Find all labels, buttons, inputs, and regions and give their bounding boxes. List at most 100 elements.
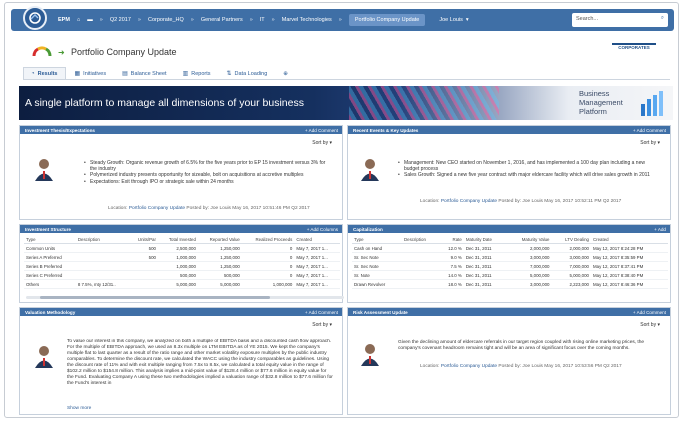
nav-period[interactable]: Q2 2017: [110, 17, 131, 23]
nav-partners[interactable]: General Partners: [201, 17, 243, 23]
table-cell: 9.0 %: [438, 252, 464, 262]
table-cell: 500,000: [197, 270, 242, 280]
data-loading-icon: ⇅: [226, 71, 232, 77]
post-meta: Location: Portfolio Company Update Poste…: [420, 364, 622, 369]
table-row[interactable]: Cash on Hand 12.0 % Dec 31, 2011 2,000,000 2…: [352, 243, 668, 253]
table-cell: [129, 261, 158, 271]
table-cell: 3,000,000: [551, 252, 591, 262]
home-icon[interactable]: ⌂: [77, 17, 80, 23]
column-header[interactable]: Units/Par: [129, 236, 158, 244]
monitor-icon[interactable]: ▬: [87, 17, 93, 23]
sort-by-dropdown[interactable]: Sort by ▾: [312, 140, 332, 146]
panel-title: Valuation Methodology: [25, 309, 76, 315]
show-more-link[interactable]: Show more: [67, 406, 91, 411]
app-logo[interactable]: [23, 6, 47, 30]
table-cell: 5,000,000: [157, 279, 198, 289]
location-link[interactable]: Portfolio Company Update: [441, 364, 497, 369]
sort-by-dropdown[interactable]: Sort by ▾: [640, 140, 660, 146]
table-row[interactable]: Series C Preferred 500,000 500,000 0 May 7, …: [24, 270, 340, 280]
column-header[interactable]: Created: [590, 236, 668, 244]
table-cell: 12.0 %: [438, 243, 464, 253]
column-header[interactable]: Description: [75, 236, 130, 244]
add-comment-button[interactable]: + Add Comment: [633, 310, 666, 315]
table-row[interactable]: Others 8 7.5%, mty 12/31.. 5,000,000 5,000,…: [24, 279, 340, 289]
sort-label: Sort by: [312, 322, 329, 328]
table-cell: Sr. Note: [352, 270, 402, 280]
nav-current-page[interactable]: Portfolio Company Update: [348, 14, 426, 26]
posted-info: Posted by: Joe Louis May 16, 2017 10:52:…: [498, 199, 622, 204]
location-label: Location:: [420, 199, 440, 204]
search-icon[interactable]: ⌕: [661, 15, 664, 22]
table-cell: [75, 252, 130, 262]
risk-text: Given the declining amount of eldercare …: [398, 340, 645, 351]
table-cell: 5,000,000: [506, 270, 552, 280]
panel-header: Investment Structure + Add Columns: [20, 225, 342, 233]
separator-icon: »: [271, 17, 275, 23]
plus-icon: ⊕: [283, 70, 288, 77]
sort-label: Sort by: [640, 322, 657, 328]
table-cell: Drawn Revolver: [352, 279, 402, 289]
list-item: Sales Growth: Signed a new five year con…: [398, 172, 660, 178]
search-input[interactable]: Search... ⌕: [572, 13, 668, 27]
table-cell: 5,000,000: [197, 279, 242, 289]
column-header[interactable]: Type: [24, 236, 76, 244]
table-cell: May 7, 2017 1...: [294, 279, 340, 289]
table-row[interactable]: Sr. Sec Note 7.5 % Dec 31, 2011 7,000,000 7,…: [352, 261, 668, 271]
table-row[interactable]: Sr. Note 14.0 % Dec 31, 2011 5,000,000 5,000…: [352, 270, 668, 280]
column-header[interactable]: Total Invested: [157, 236, 198, 244]
nav-entity[interactable]: Corporate_HQ: [148, 17, 184, 23]
hero-banner: A single platform to manage all dimensio…: [19, 86, 673, 120]
table-row[interactable]: Drawn Revolver 18.0 % Dec 31, 2011 3,000,00…: [352, 279, 668, 289]
table-row[interactable]: Common Units 500 2,500,000 1,250,000 0 May 7,…: [24, 243, 340, 253]
location-link[interactable]: Portfolio Company Update: [129, 206, 185, 211]
table-cell: [75, 261, 130, 271]
tab-label: Results: [37, 71, 58, 77]
scrollbar-thumb[interactable]: [40, 296, 270, 299]
column-header[interactable]: LTV Dealing: [551, 236, 591, 244]
table-row[interactable]: Series A Preferred 500 1,000,000 1,250,000 0…: [24, 252, 340, 262]
table-cell: [401, 270, 439, 280]
table-row[interactable]: Sr. Sec Note 9.0 % Dec 31, 2011 3,000,000 3,…: [352, 252, 668, 262]
arrow-right-icon: ➜: [58, 48, 65, 57]
column-header[interactable]: Type: [352, 236, 402, 244]
logo-label: EPM: [58, 17, 70, 23]
panel-capitalization: Capitalization + Add Type Description Rate M…: [347, 224, 671, 303]
add-comment-button[interactable]: + Add Comment: [305, 128, 338, 133]
chevron-down-icon[interactable]: ▾: [466, 17, 469, 23]
sort-by-dropdown[interactable]: Sort by ▾: [640, 322, 660, 328]
nav-it[interactable]: IT: [260, 17, 265, 23]
panel-investment-structure: Investment Structure + Add Columns Type De…: [19, 224, 344, 303]
horizontal-scrollbar[interactable]: [26, 296, 344, 299]
column-header[interactable]: Reported Value: [197, 236, 242, 244]
column-header[interactable]: Realized Proceeds: [241, 236, 295, 244]
investment-structure-table: Type Description Units/Par Total Invested Re…: [24, 236, 340, 289]
column-header[interactable]: Created: [294, 236, 340, 244]
add-comment-button[interactable]: + Add Comment: [633, 128, 666, 133]
column-header[interactable]: Rate: [438, 236, 464, 244]
nav-company[interactable]: Marvel Technologies: [282, 17, 332, 23]
avatar: [35, 159, 53, 181]
brand-logo: CORPORATES: [612, 43, 656, 61]
column-header[interactable]: Maturity Value: [506, 236, 552, 244]
table-cell: 500,000: [157, 270, 198, 280]
avatar: [361, 344, 379, 366]
table-row[interactable]: Series B Preferred 1,000,000 1,250,000 0 May…: [24, 261, 340, 271]
table-cell: 2,500,000: [157, 243, 198, 253]
add-button[interactable]: + Add: [654, 227, 666, 232]
table-cell: Dec 31, 2011: [463, 270, 507, 280]
sort-by-dropdown[interactable]: Sort by ▾: [312, 322, 332, 328]
table-cell: May 12, 2017 8:37:41 PM: [590, 261, 668, 271]
location-link[interactable]: Portfolio Company Update: [441, 199, 497, 204]
table-cell: 18.0 %: [438, 279, 464, 289]
add-columns-button[interactable]: + Add Columns: [307, 227, 338, 232]
column-header[interactable]: Maturity Date: [463, 236, 507, 244]
balance-sheet-icon: ▤: [122, 71, 128, 77]
panel-header: Investment Thesis/Expectations + Add Comm…: [20, 126, 342, 134]
table-cell: 1,250,000: [197, 261, 242, 271]
user-menu[interactable]: Joe Louis: [439, 17, 463, 23]
table-cell: 0: [241, 243, 295, 253]
table-cell: Dec 31, 2011: [463, 243, 507, 253]
column-header[interactable]: Description: [401, 236, 439, 244]
add-comment-button[interactable]: + Add Comment: [305, 310, 338, 315]
table-cell: 7,000,000: [551, 261, 591, 271]
